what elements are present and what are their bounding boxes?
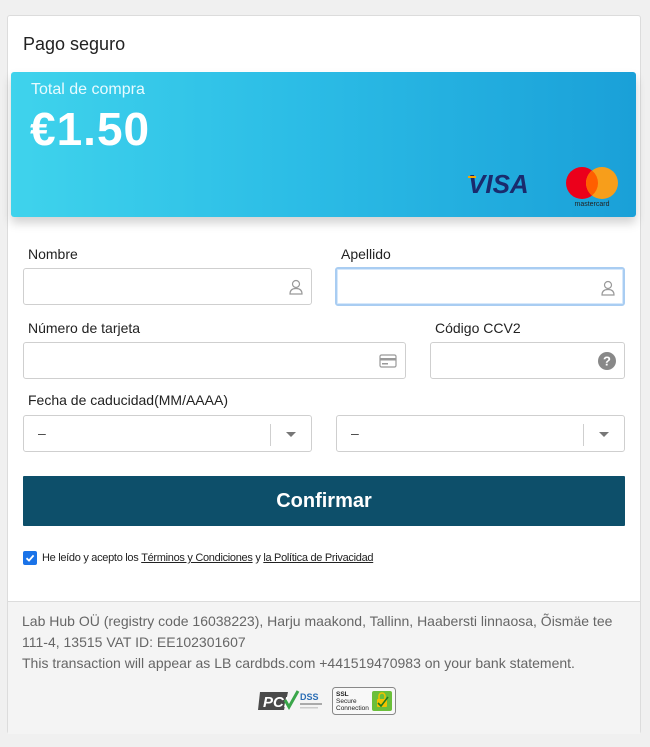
ssl-secure-badge-icon: SSL Secure Connection [332,687,396,715]
last-name-field[interactable] [335,267,625,306]
terms-consent: He leído y acepto los Términos y Condici… [23,551,374,565]
terms-prefix: He leído y acepto los [42,552,142,564]
security-badges: PCI DSS SSL Secure Connection [258,687,396,715]
expiry-month-value: – [38,425,46,441]
first-name-field[interactable] [23,268,312,305]
help-icon[interactable]: ? [598,352,616,370]
visa-logo-icon: VISA [468,170,529,196]
mastercard-logo-icon: mastercard [566,167,618,208]
last-name-label: Apellido [341,246,391,262]
expiry-year-value: – [351,425,359,441]
footer: Lab Hub OÜ (registry code 16038223), Har… [8,601,640,734]
dss-text: DSS [300,692,319,702]
first-name-label: Nombre [28,246,78,262]
page-title: Pago seguro [23,34,126,54]
select-divider [583,424,584,446]
mastercard-text: mastercard [574,201,609,208]
payment-card: Pago seguro Total de compra €1.50 VISA m… [7,15,641,734]
expiry-month-select[interactable]: – [23,415,312,452]
company-info: Lab Hub OÜ (registry code 16038223), Har… [22,613,613,650]
total-label: Total de compra [31,81,145,98]
expiry-label: Fecha de caducidad(MM/AAAA) [28,392,228,408]
terms-checkbox[interactable] [23,551,37,565]
card-number-label: Número de tarjeta [28,320,141,336]
confirm-button[interactable]: Confirmar [23,476,625,526]
credit-card-icon [379,354,397,368]
pci-dss-badge-icon: PCI DSS [258,690,322,711]
ssl-text-2: Secure [336,698,357,705]
terms-middle: y [252,552,264,564]
expiry-year-select[interactable]: – [336,415,625,452]
user-icon [289,279,303,295]
select-divider [270,424,271,446]
card-number-field[interactable] [23,342,406,379]
total-banner: Total de compra €1.50 VISA mastercard [11,72,636,217]
ssl-text-3: Connection [336,705,369,712]
ssl-text-1: SSL [336,691,349,698]
cvv-label: Código CCV2 [435,320,521,336]
chevron-down-icon[interactable] [599,432,609,437]
checkmark-icon [25,554,35,562]
svg-text:?: ? [603,354,611,369]
footer-text: Lab Hub OÜ (registry code 16038223), Har… [22,611,622,674]
privacy-link[interactable]: la Política de Privacidad [263,552,373,564]
cvv-field[interactable]: ? [430,342,625,379]
statement-info: This transaction will appear as LB cardb… [22,655,575,671]
total-amount: €1.50 [30,103,151,155]
visa-text: VISA [468,170,529,196]
user-icon [601,280,615,296]
chevron-down-icon[interactable] [286,432,296,437]
terms-link[interactable]: Términos y Condiciones [141,552,253,564]
